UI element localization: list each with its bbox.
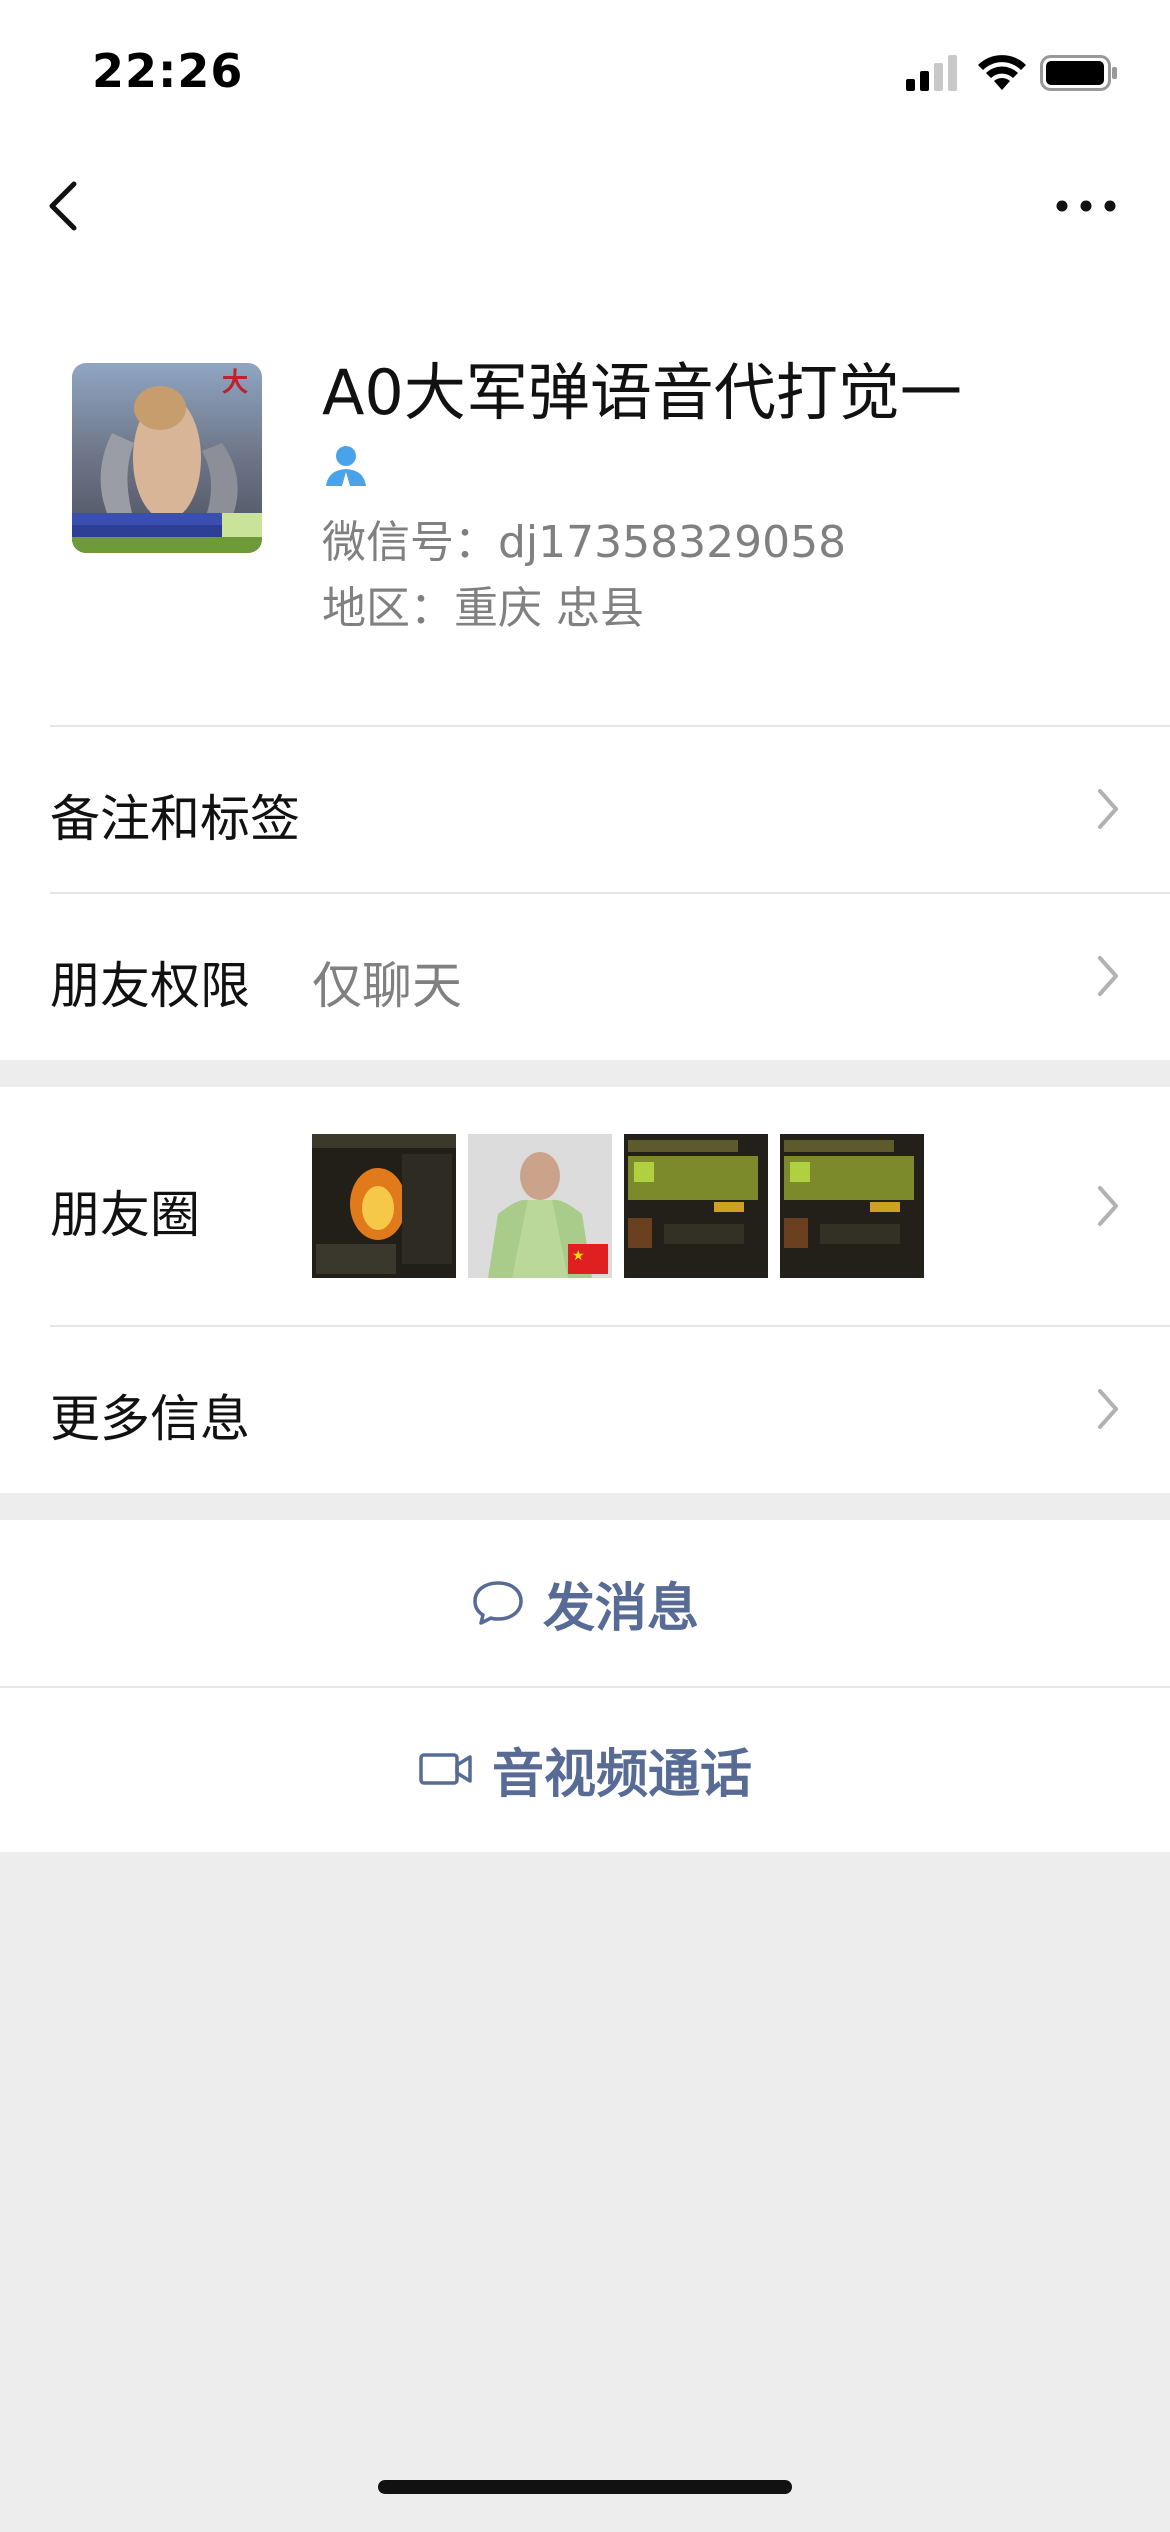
cell-moments[interactable]: 朋友圈 ★ [0,1087,1170,1325]
cellular-signal-icon [906,55,957,91]
cell-moments-label: 朋友圈 [50,1186,200,1244]
moments-thumbnails: ★ [312,1134,932,1278]
divider [50,725,1170,727]
wechat-id: 微信号：dj17358329058 [322,517,847,568]
chevron-right-icon [1098,1389,1118,1429]
nickname: A0大军弹语音代打觉一 [322,356,962,429]
navigation-bar [0,140,1170,270]
profile-header: 大 A0大军弹语音代打觉一 微信号：dj17358329058 地区：重庆 忠县 [0,270,1170,725]
send-message-button[interactable]: 发消息 [0,1520,1170,1686]
moments-thumbnail [312,1134,456,1278]
avatar[interactable]: 大 [72,363,262,553]
person-icon [326,446,366,486]
moments-thumbnail [780,1134,924,1278]
cell-remark-tags[interactable]: 备注和标签 [0,725,1170,892]
send-message-label: 发消息 [542,1578,699,1639]
wifi-icon [978,55,1026,90]
svg-text:★: ★ [572,1248,585,1264]
battery-icon [1040,55,1117,91]
chat-bubble-icon [473,1581,523,1625]
cell-friend-permission-label: 朋友权限 [50,957,250,1015]
cell-more-info[interactable]: 更多信息 [0,1325,1170,1493]
chevron-right-icon [1098,956,1118,996]
divider [50,892,1170,894]
divider [50,1325,1170,1327]
moments-thumbnail [624,1134,768,1278]
home-indicator[interactable] [378,2480,792,2494]
back-button[interactable] [40,176,90,236]
video-call-label: 音视频通话 [491,1744,752,1805]
status-time: 22:26 [92,44,244,98]
region: 地区：重庆 忠县 [322,583,644,634]
chevron-right-icon [1098,1186,1118,1226]
svg-text:大: 大 [222,368,248,398]
cell-friend-permission-value: 仅聊天 [312,957,462,1015]
cell-more-info-label: 更多信息 [50,1390,250,1448]
chevron-right-icon [1098,789,1118,829]
video-call-button[interactable]: 音视频通话 [0,1686,1170,1852]
more-options-button[interactable] [1050,186,1122,226]
cell-remark-tags-label: 备注和标签 [50,790,300,848]
cell-friend-permission[interactable]: 朋友权限 仅聊天 [0,892,1170,1060]
moments-thumbnail: ★ [468,1134,612,1278]
video-camera-icon [419,1753,472,1785]
status-bar: 22:26 [0,0,1170,140]
